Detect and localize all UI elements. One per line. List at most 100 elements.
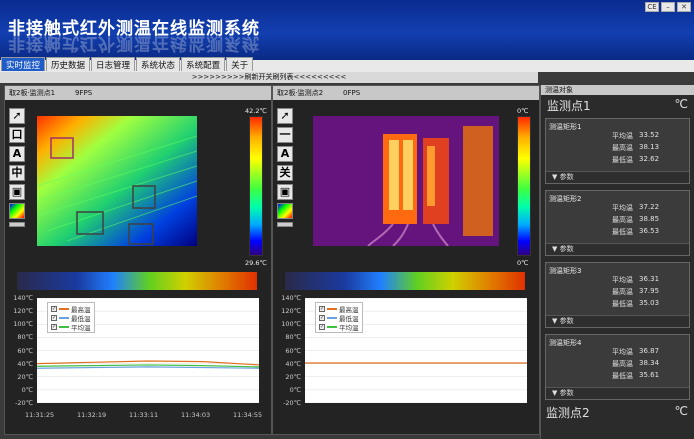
thermal-image <box>37 116 197 246</box>
y-tick-label: 80℃ <box>17 333 33 342</box>
save-icon[interactable]: ▣ <box>277 184 293 200</box>
pointer-tool-icon[interactable]: ➚ <box>277 108 293 124</box>
rect-avg-label: 平均温 <box>612 132 633 140</box>
rect-avg-value: 36.31 <box>639 275 660 283</box>
tool-slider[interactable] <box>277 222 293 227</box>
legend-avg: 平均温 <box>339 323 359 332</box>
measure-rect-card[interactable]: 测温矩形3 平均温 36.31 最高温 37.95 最低温 35.03 ▼ 参数 <box>545 262 690 328</box>
avg-checkbox[interactable]: ✓ <box>51 323 57 330</box>
rect-tool-icon[interactable]: 口 <box>9 127 25 143</box>
rect-avg-value: 33.52 <box>639 131 660 139</box>
rect-min-row: 最低温 36.53 <box>612 227 661 237</box>
rect-avg-row: 平均温 36.87 <box>612 347 661 357</box>
chart-legend: ✓ 最高温 ✓ 最低温 ✓ 平均温 <box>315 302 363 333</box>
tab-history[interactable]: 历史数据 <box>46 57 91 71</box>
rect-max-row: 最高温 38.34 <box>612 359 661 369</box>
rect-max-row: 最高温 38.85 <box>612 215 661 225</box>
rect-name: 测温矩形4 <box>549 339 582 347</box>
tab-realtime[interactable]: 实时监控 <box>1 57 46 71</box>
temperature-histogram <box>17 272 257 290</box>
legend-avg: 平均温 <box>71 323 91 332</box>
rect-max-label: 最高温 <box>612 360 633 368</box>
rect-max-row: 最高温 37.95 <box>612 287 661 297</box>
max-checkbox[interactable]: ✓ <box>51 305 57 312</box>
point-1-unit: ℃ <box>674 97 688 111</box>
tab-logs[interactable]: 日志管理 <box>91 57 136 71</box>
max-swatch <box>327 307 337 310</box>
x-tick-label: 11:33:11 <box>129 411 159 419</box>
params-toggle[interactable]: ▼ 参数 <box>546 243 689 255</box>
tab-status[interactable]: 系统状态 <box>136 57 181 71</box>
y-tick-label: 20℃ <box>17 372 33 381</box>
pointer-tool-icon[interactable]: ➚ <box>9 108 25 124</box>
rect-min-row: 最低温 35.03 <box>612 299 661 309</box>
series-line <box>37 366 259 369</box>
monitor-panel-1: 取2板·监测点1 9FPS ➚ 口 A 中 ▣ 42.2℃ 29.6℃ ✓ 最高… <box>4 85 272 435</box>
center-tool-icon[interactable]: 中 <box>9 165 25 181</box>
chevron-down-icon: ▼ <box>552 389 560 397</box>
measure-rect-card[interactable]: 测温矩形4 平均温 36.87 最高温 38.34 最低温 35.61 ▼ 参数 <box>545 334 690 400</box>
y-tick-label: 40℃ <box>285 359 301 368</box>
chart-legend: ✓ 最高温 ✓ 最低温 ✓ 平均温 <box>47 302 95 333</box>
x-tick-label: 11:34:55 <box>233 411 263 419</box>
rect-min-label: 最低温 <box>612 372 633 380</box>
point-2-unit: ℃ <box>674 404 688 418</box>
max-checkbox[interactable]: ✓ <box>319 305 325 312</box>
y-tick-label: 80℃ <box>285 333 301 342</box>
avg-checkbox[interactable]: ✓ <box>319 323 325 330</box>
rect-max-value: 38.85 <box>639 215 660 223</box>
palette-icon[interactable] <box>9 203 25 219</box>
panel-title: 取2板·监测点2 <box>277 89 324 97</box>
trend-chart: ✓ 最高温 ✓ 最低温 ✓ 平均温 140℃ 120℃ 100℃ 80℃ 60℃ 40℃ 20℃ 0… <box>281 294 531 431</box>
minimize-button[interactable]: – <box>661 2 675 12</box>
close-button[interactable]: ✕ <box>677 2 691 12</box>
rect-avg-label: 平均温 <box>612 276 633 284</box>
min-checkbox[interactable]: ✓ <box>319 314 325 321</box>
tab-config[interactable]: 系统配置 <box>181 57 226 71</box>
measure-rect-card[interactable]: 测温矩形2 平均温 37.22 最高温 38.85 最低温 36.53 ▼ 参数 <box>545 190 690 256</box>
y-tick-label: 100℃ <box>13 320 33 329</box>
y-tick-label: 40℃ <box>17 359 33 368</box>
rect-min-label: 最低温 <box>612 156 633 164</box>
temp-max-label: 42.2℃ <box>245 107 267 115</box>
params-toggle[interactable]: ▼ 参数 <box>546 387 689 399</box>
main-menu: 实时监控 历史数据 日志管理 系统状态 系统配置 关于 <box>0 57 254 71</box>
tab-about[interactable]: 关于 <box>226 57 254 71</box>
rect-min-value: 35.03 <box>639 299 660 307</box>
save-icon[interactable]: ▣ <box>9 184 25 200</box>
rect-max-value: 37.95 <box>639 287 660 295</box>
close-tool-icon[interactable]: 关 <box>277 165 293 181</box>
rect-min-value: 32.62 <box>639 155 660 163</box>
tool-strip: ➚ 口 A 中 ▣ <box>9 108 25 227</box>
y-tick-label: 140℃ <box>13 294 33 302</box>
min-checkbox[interactable]: ✓ <box>51 314 57 321</box>
rect-avg-label: 平均温 <box>612 204 633 212</box>
tool-slider[interactable] <box>9 222 25 227</box>
rect-max-row: 最高温 38.13 <box>612 143 661 153</box>
params-toggle[interactable]: ▼ 参数 <box>546 171 689 183</box>
point-1-header[interactable]: 监测点1 ℃ <box>541 95 694 116</box>
y-tick-label: 0℃ <box>289 385 301 394</box>
measure-rect-card[interactable]: 测温矩形1 平均温 33.52 最高温 38.13 最低温 32.62 ▼ 参数 <box>545 118 690 184</box>
temperature-histogram <box>285 272 525 290</box>
y-tick-label: 20℃ <box>285 372 301 381</box>
rect-min-label: 最低温 <box>612 228 633 236</box>
temperature-colorbar <box>517 116 531 256</box>
rect-max-label: 最高温 <box>612 288 633 296</box>
rect-avg-row: 平均温 33.52 <box>612 131 661 141</box>
y-tick-label: 60℃ <box>17 346 33 355</box>
text-tool-icon[interactable]: A <box>9 146 25 162</box>
language-button[interactable]: CE <box>645 2 659 12</box>
text-tool-icon[interactable]: A <box>277 146 293 162</box>
y-tick-label: -20℃ <box>283 399 301 407</box>
line-tool-icon[interactable]: 一 <box>277 127 293 143</box>
rect-max-label: 最高温 <box>612 144 633 152</box>
params-toggle[interactable]: ▼ 参数 <box>546 315 689 327</box>
rect-avg-value: 36.87 <box>639 347 660 355</box>
app-header: 非接触式红外测温在线监测系统 非接触式红外测温在线监测系统 CE – ✕ <box>0 0 694 60</box>
palette-icon[interactable] <box>277 203 293 219</box>
refresh-toggle-bar[interactable]: >>>>>>>>>刷新开关刷列表<<<<<<<<< <box>0 72 538 83</box>
point-2-header[interactable]: 监测点2 ℃ <box>540 402 694 423</box>
y-tick-label: 60℃ <box>285 346 301 355</box>
y-tick-label: 0℃ <box>21 385 33 394</box>
